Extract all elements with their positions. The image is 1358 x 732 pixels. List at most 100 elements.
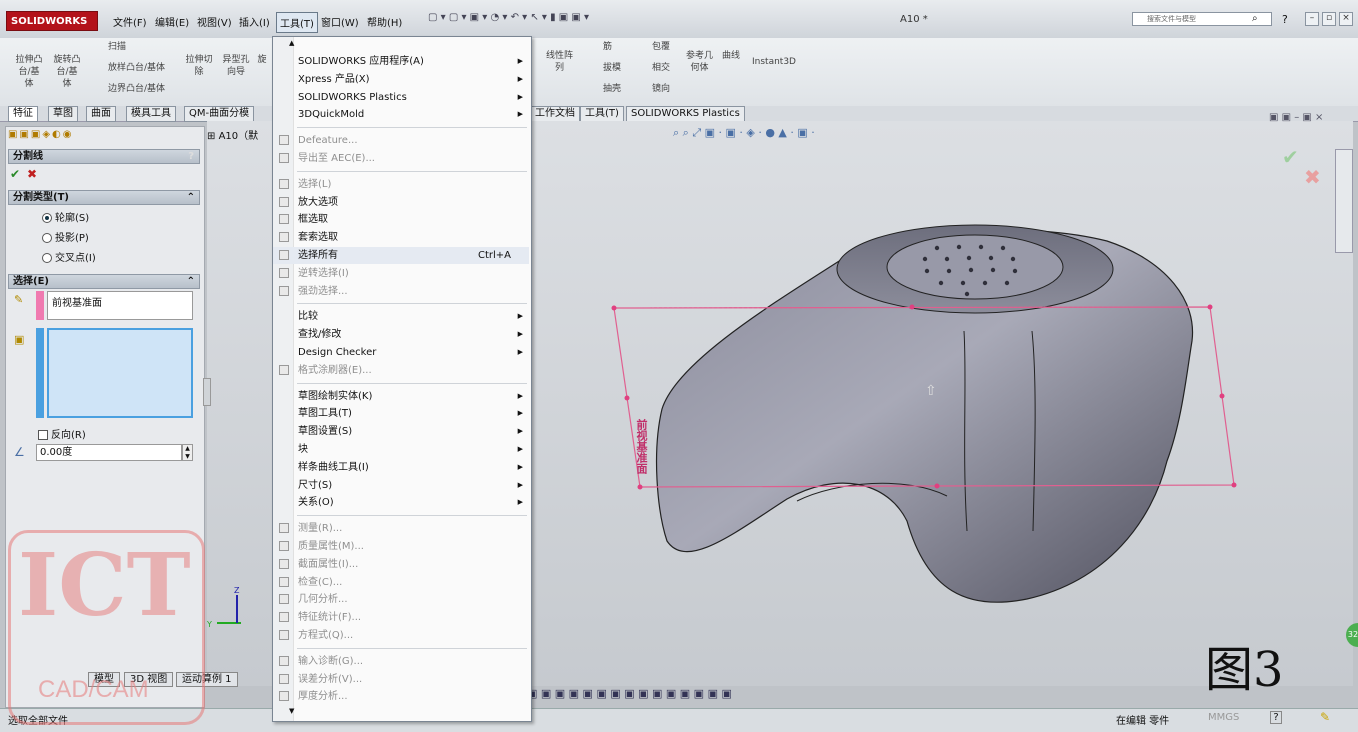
command-button-3[interactable]: 扫描 — [108, 41, 168, 53]
rebuild-icon[interactable]: ✎ — [1320, 710, 1330, 724]
collapse-icon[interactable]: ⌃ — [187, 191, 195, 205]
menu-item-label: 几何分析... — [298, 594, 348, 606]
menu-item-3[interactable]: SOLIDWORKS Plastics ▶ — [273, 89, 529, 106]
command-button-right-9[interactable]: 曲线 — [722, 50, 740, 62]
panel-help[interactable]: ? — [188, 150, 194, 164]
tab-1[interactable]: 特征 — [8, 106, 38, 122]
command-button-6[interactable]: 拉伸切 除 — [180, 54, 218, 78]
menu-item-label: SOLIDWORKS 应用程序(A) — [298, 56, 424, 67]
radio-circle[interactable] — [42, 253, 52, 263]
panel-splitter[interactable] — [203, 378, 211, 406]
menu-item-18[interactable]: 查找/修改 ▶ — [273, 326, 529, 343]
menu-item-25[interactable]: 块 ▶ — [273, 441, 529, 458]
cancel-x-icon-panel[interactable]: ✖ — [27, 167, 37, 181]
angle-spinner[interactable]: ▲ ▼ — [182, 444, 193, 461]
document-title: A10 * — [900, 14, 928, 25]
tab-right-1[interactable]: 工作文档 — [530, 106, 580, 122]
command-button-right-6[interactable]: 相交 — [652, 62, 670, 74]
section-title: 分割类型(T) — [13, 192, 69, 203]
status-help-icon[interactable]: ? — [1270, 711, 1282, 724]
menu-item-26[interactable]: 样条曲线工具(I) ▶ — [273, 459, 529, 476]
ok-check-icon[interactable]: ✔ — [10, 167, 20, 181]
menu-item-label: 放大选项 — [298, 196, 338, 208]
submenu-arrow-icon: ▶ — [517, 74, 523, 83]
command-button-right-7[interactable]: 镜向 — [652, 83, 670, 95]
menu-4[interactable]: 插入(I) — [236, 12, 273, 31]
command-button-right-3[interactable]: 拔模 — [603, 62, 621, 74]
command-button-right-10[interactable]: Instant3D — [752, 56, 796, 68]
menu-item-24[interactable]: 草图设置(S) ▶ — [273, 423, 529, 440]
section-selection[interactable]: 选择(E) ⌃ — [8, 274, 200, 289]
menu-item-22[interactable]: 草图绘制实体(K) ▶ — [273, 388, 529, 405]
menu-item-23[interactable]: 草图工具(T) ▶ — [273, 405, 529, 422]
menu-item-27[interactable]: 尺寸(S) ▶ — [273, 477, 529, 494]
panel-tab-icons[interactable]: ▣▣▣◈◐◉ — [8, 129, 74, 140]
menu-item-19[interactable]: Design Checker ▶ — [273, 344, 529, 361]
menu-1[interactable]: 文件(F) — [110, 12, 150, 31]
command-button-4[interactable]: 放样凸台/基体 — [108, 62, 188, 74]
menu-item-4[interactable]: 3DQuickMold ▶ — [273, 106, 529, 123]
menu-item-2[interactable]: Xpress 产品(X) ▶ — [273, 71, 529, 88]
task-pane-strip[interactable] — [1335, 149, 1353, 253]
triad: Z Y — [207, 586, 241, 629]
command-button-8[interactable]: 旋 — [254, 54, 270, 66]
menu-separator — [297, 515, 527, 517]
menu-7[interactable]: 帮助(H) — [364, 12, 405, 31]
close-button[interactable]: × — [1339, 12, 1353, 26]
radio-circle[interactable] — [42, 233, 52, 243]
menu-item-label: 方程式(Q)... — [298, 630, 354, 641]
collapse-icon[interactable]: ⌃ — [187, 275, 195, 289]
view-toolbar-bottom[interactable]: ▣ ▣ ▣ ▣ ▣ ▣ ▣ ▣ ▣ ▣ ▣ ▣ ▣ ▣ ▣ — [527, 687, 732, 700]
radio-circle[interactable] — [42, 213, 52, 223]
radio-option-2[interactable]: 投影(P) — [42, 229, 89, 244]
reverse-checkbox[interactable]: 反向(R) — [38, 426, 86, 441]
search-icon[interactable]: ⌕ — [1252, 13, 1258, 24]
menu-item-10[interactable]: 放大选项 — [273, 194, 529, 211]
menu-item-label: SOLIDWORKS Plastics — [298, 91, 407, 103]
tab-2[interactable]: 草图 — [48, 106, 78, 122]
menu-item-12[interactable]: 套索选取 — [273, 229, 529, 246]
tab-4[interactable]: 模具工具 — [126, 106, 176, 122]
tab-right-3[interactable]: SOLIDWORKS Plastics — [626, 106, 745, 122]
command-button-1[interactable]: 拉伸凸 台/基 体 — [8, 54, 50, 90]
selection-color-bar — [36, 291, 44, 320]
menu-5[interactable]: 工具(T) — [276, 12, 318, 33]
command-button-right-4[interactable]: 抽壳 — [603, 83, 621, 95]
section-split-type[interactable]: 分割类型(T) ⌃ — [8, 190, 200, 205]
menu-3[interactable]: 视图(V) — [194, 12, 235, 31]
help-icon[interactable]: ? — [1282, 13, 1288, 26]
quick-access-toolbar[interactable]: ▢ ▾ ▢ ▾ ▣ ▾ ◔ ▾ ↶ ▾ ↖ ▾ ▮ ▣ ▣ ▾ — [428, 12, 589, 23]
menu-item-17[interactable]: 比较 ▶ — [273, 308, 529, 325]
search-input[interactable]: 搜索文件与模型 — [1132, 12, 1272, 26]
minimize-button[interactable]: – — [1305, 12, 1319, 26]
menu-item-icon — [279, 655, 289, 666]
command-button-7[interactable]: 异型孔 向导 — [218, 54, 254, 78]
tab-5[interactable]: QM-曲面分模 — [184, 106, 255, 122]
status-units[interactable]: MMGS — [1208, 712, 1239, 723]
command-button-right-8[interactable]: 参考几 何体 — [686, 50, 713, 74]
angle-input[interactable]: 0.00度 — [36, 444, 182, 461]
selection-field-2[interactable] — [47, 328, 193, 418]
menu-6[interactable]: 窗口(W) — [318, 12, 362, 31]
menu-item-label: 关系(O) — [298, 497, 334, 509]
command-button-right-5[interactable]: 包覆 — [652, 41, 670, 53]
scroll-down-arrow[interactable]: ▼ — [289, 707, 294, 715]
tab-3[interactable]: 曲面 — [86, 106, 116, 122]
command-button-right-2[interactable]: 筋 — [603, 41, 612, 53]
restore-button[interactable]: ▫ — [1322, 12, 1336, 26]
submenu-arrow-icon: ▶ — [517, 462, 523, 471]
menu-item-13[interactable]: 选择所有 Ctrl+A — [273, 247, 529, 264]
command-button-right-1[interactable]: 线性阵 列 — [546, 50, 573, 74]
radio-option-1[interactable]: 轮廓(S) — [42, 209, 89, 224]
tab-right-2[interactable]: 工具(T) — [580, 106, 624, 122]
command-button-2[interactable]: 旋转凸 台/基 体 — [46, 54, 88, 90]
selection-field-1[interactable]: 前视基准面 — [47, 291, 193, 320]
menu-2[interactable]: 编辑(E) — [152, 12, 192, 31]
radio-option-3[interactable]: 交叉点(I) — [42, 249, 96, 264]
command-button-5[interactable]: 边界凸台/基体 — [108, 83, 188, 95]
plane-label[interactable]: 前视基准面 — [633, 419, 649, 474]
menu-item-28[interactable]: 关系(O) ▶ — [273, 494, 529, 511]
scroll-up-arrow[interactable]: ▲ — [289, 39, 294, 47]
menu-item-1[interactable]: SOLIDWORKS 应用程序(A) ▶ — [273, 53, 529, 70]
menu-item-11[interactable]: 框选取 — [273, 211, 529, 228]
